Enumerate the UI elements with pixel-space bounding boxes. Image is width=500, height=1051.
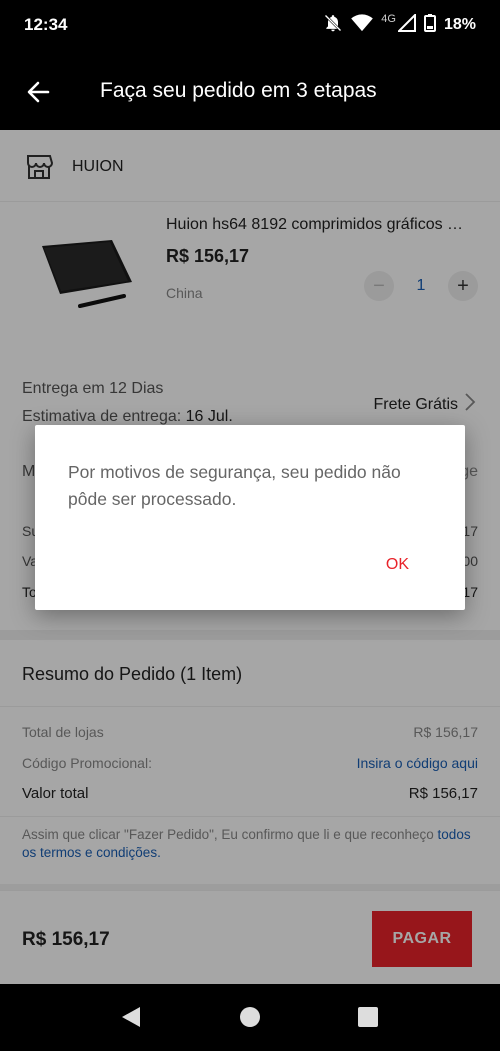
- dialog-message: Por motivos de segurança, seu pedido não…: [68, 462, 401, 509]
- bell-off-icon: [323, 13, 343, 37]
- arrow-left-icon: [27, 81, 50, 103]
- network-type: 4G: [381, 13, 396, 25]
- ok-button[interactable]: OK: [386, 556, 409, 574]
- status-icons: 4G 18%: [323, 12, 476, 37]
- alert-dialog: Por motivos de segurança, seu pedido não…: [35, 425, 465, 610]
- nav-recents-button[interactable]: [355, 1004, 381, 1030]
- app-bar: Faça seu pedido em 3 etapas: [0, 52, 500, 130]
- nav-home-button[interactable]: [237, 1004, 263, 1030]
- nav-back-button[interactable]: [118, 1004, 144, 1030]
- back-button[interactable]: [20, 72, 60, 112]
- signal-icon: [396, 12, 416, 36]
- triangle-back-icon: [122, 1007, 140, 1027]
- battery-icon: [423, 14, 436, 36]
- circle-home-icon: [240, 1007, 260, 1027]
- status-bar: 12:34 4G 18%: [0, 0, 500, 52]
- system-nav-bar: [0, 984, 500, 1051]
- square-recents-icon: [358, 1007, 378, 1027]
- status-time: 12:34: [24, 15, 68, 34]
- page-title: Faça seu pedido em 3 etapas: [100, 79, 377, 102]
- battery-percent: 18%: [443, 16, 476, 33]
- wifi-icon: [351, 14, 374, 36]
